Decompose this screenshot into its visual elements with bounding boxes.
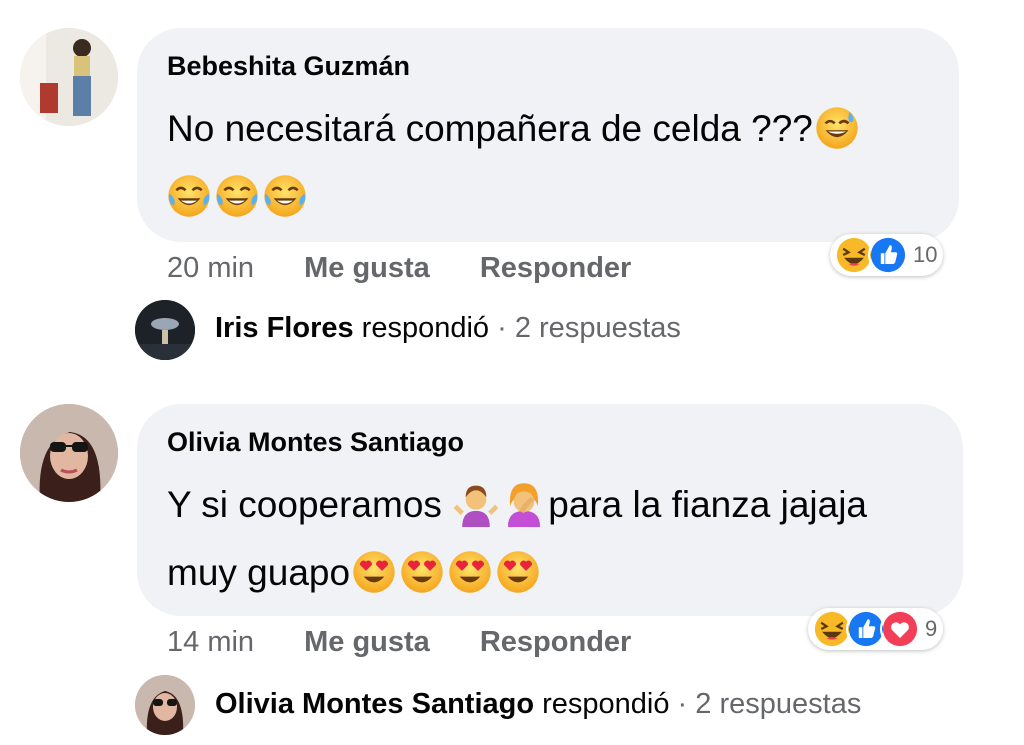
comment-actions: 20 min Me gusta Responder: [167, 252, 673, 285]
avatar[interactable]: [20, 404, 118, 502]
comment-text-line: No necesitará compañera de celda ???: [167, 108, 813, 149]
avatar-photo: [135, 300, 195, 360]
comment-timestamp[interactable]: 14 min: [167, 626, 254, 658]
woman-shrugging-emoji-icon: [453, 481, 499, 527]
joy-emoji-icon: [214, 173, 260, 219]
like-button[interactable]: Me gusta: [304, 626, 430, 658]
view-replies-link[interactable]: Iris Flores respondió · 2 respuestas: [215, 312, 681, 345]
avatar-photo: [135, 675, 195, 735]
view-replies-link[interactable]: Olivia Montes Santiago respondió · 2 res…: [215, 688, 861, 721]
joy-emoji-icon: [262, 173, 308, 219]
heart-eyes-emoji-icon: [399, 549, 445, 595]
reaction-count: 9: [925, 616, 938, 641]
reaction-count: 10: [913, 242, 938, 267]
reply-avatar: [135, 675, 195, 735]
heart-eyes-emoji-icon: [447, 549, 493, 595]
joy-emoji-icon: [166, 173, 212, 219]
reply-button[interactable]: Responder: [480, 626, 631, 658]
avatar-photo: [20, 28, 118, 126]
avatar-photo: [20, 404, 118, 502]
heart-eyes-emoji-icon: [351, 549, 397, 595]
reply-count: 2 respuestas: [695, 688, 862, 720]
reply-verb: respondió: [353, 312, 490, 344]
heart-eyes-emoji-icon: [495, 549, 541, 595]
comment-emoji-line: [165, 166, 309, 228]
comment-author[interactable]: Bebeshita Guzmán: [167, 51, 410, 82]
comment-text: muy guapo: [167, 542, 542, 604]
comment-text: No necesitará compañera de celda ???: [167, 98, 861, 160]
reply-button[interactable]: Responder: [480, 252, 631, 284]
reply-count: 2 respuestas: [514, 312, 681, 344]
reaction-summary[interactable]: 10: [830, 234, 944, 276]
reply-separator: ·: [669, 688, 696, 720]
comment-text-line: Y si cooperamos: [167, 484, 453, 525]
reply-author: Olivia Montes Santiago: [215, 688, 535, 720]
like-reaction-icon: [868, 235, 908, 275]
comment-timestamp[interactable]: 20 min: [167, 252, 254, 284]
sweat-smile-emoji-icon: [814, 105, 860, 151]
comment-text-line: para la fianza jajaja: [548, 484, 868, 525]
reply-separator: ·: [489, 312, 515, 344]
reply-avatar: [135, 300, 195, 360]
comment-author[interactable]: Olivia Montes Santiago: [167, 427, 464, 458]
reply-verb: respondió: [534, 688, 670, 720]
reaction-summary[interactable]: 9: [808, 608, 944, 650]
avatar[interactable]: [20, 28, 118, 126]
like-button[interactable]: Me gusta: [304, 252, 430, 284]
comment-actions: 14 min Me gusta Responder: [167, 626, 673, 659]
woman-facepalming-emoji-icon: [501, 481, 547, 527]
love-reaction-icon: [880, 609, 920, 649]
comment-text-line: muy guapo: [167, 552, 351, 593]
comment-text: Y si cooperamos para la fianza jajaja: [167, 474, 867, 536]
reply-author: Iris Flores: [215, 312, 354, 344]
